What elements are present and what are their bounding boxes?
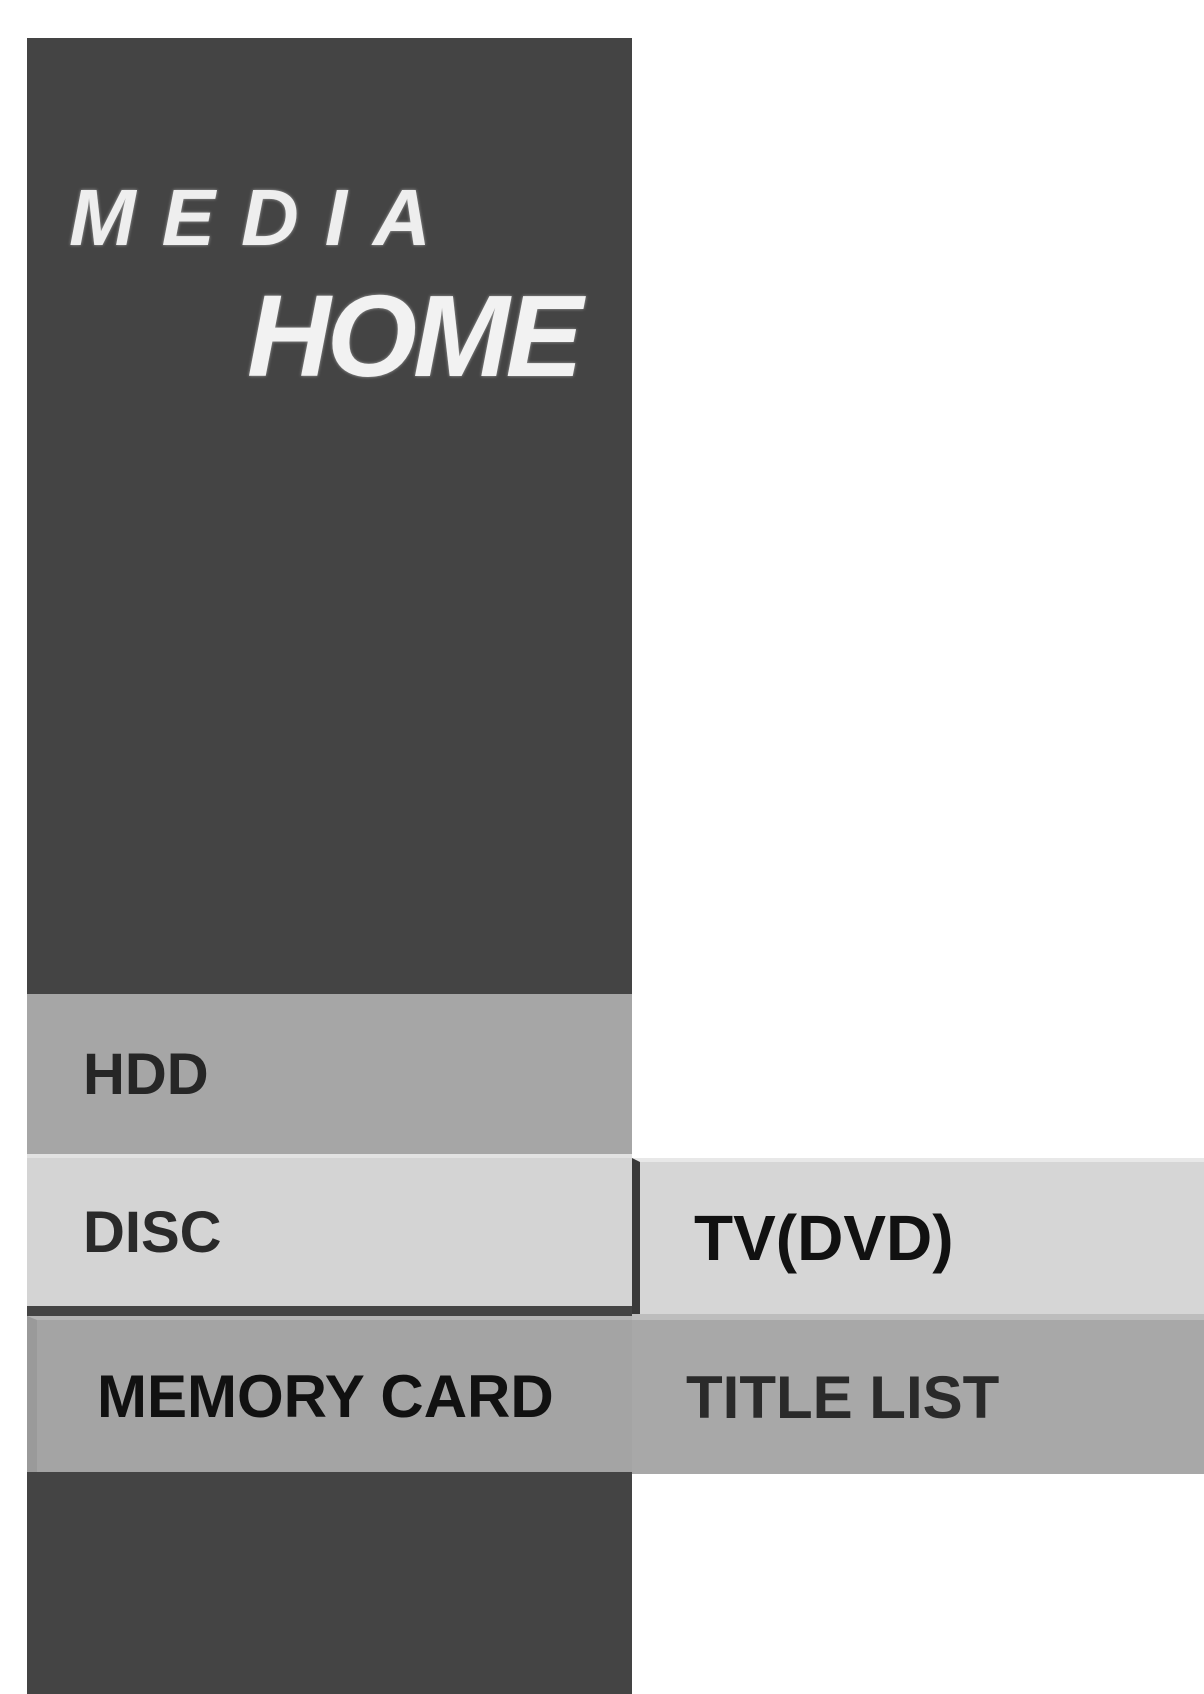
logo-line-home: HOME	[247, 271, 583, 401]
submenu-item-label: TITLE LIST	[686, 1363, 1000, 1431]
submenu-item-label: TV(DVD)	[694, 1202, 954, 1274]
menu-item-hdd[interactable]: HDD	[27, 994, 632, 1154]
logo-line-media: MEDIA	[69, 173, 457, 262]
submenu-item-tv-dvd[interactable]: TV(DVD)	[632, 1158, 1204, 1314]
menu-item-disc[interactable]: DISC	[27, 1154, 632, 1306]
media-home-screen: MEDIA HOME HDD DISC MEMORY CARD TV(DVD) …	[0, 0, 1204, 1694]
menu-item-label: DISC	[83, 1199, 222, 1265]
menu-item-label: HDD	[83, 1041, 209, 1107]
media-home-logo: MEDIA HOME	[27, 38, 632, 458]
submenu-item-title-list[interactable]: TITLE LIST	[632, 1314, 1204, 1474]
menu-item-memory-card[interactable]: MEMORY CARD	[27, 1316, 632, 1472]
menu-item-label: MEMORY CARD	[97, 1362, 554, 1430]
